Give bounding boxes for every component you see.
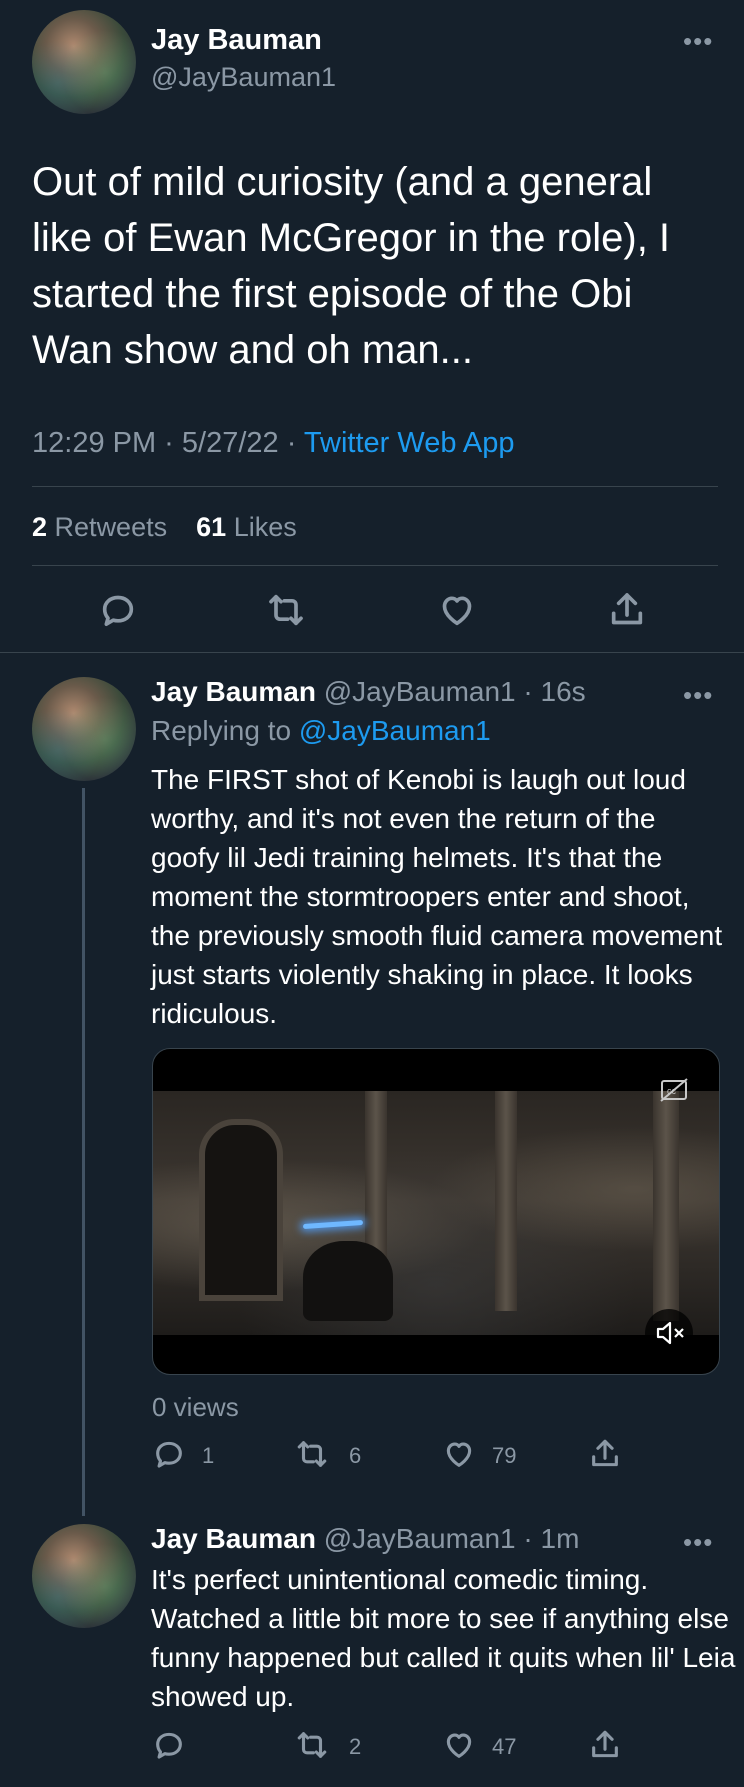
handle-and-time[interactable]: @JayBauman1 · 16s [324, 676, 586, 707]
author-name[interactable]: Jay Bauman [151, 676, 316, 707]
share-icon [592, 1439, 618, 1467]
like-button[interactable] [442, 1728, 476, 1762]
view-count: 0 views [152, 1392, 239, 1422]
share-button[interactable] [588, 1728, 622, 1762]
heart-icon [446, 1733, 472, 1758]
like-count: 79 [492, 1443, 517, 1468]
reply-text: It's perfect unintentional comedic timin… [151, 1564, 736, 1712]
retweet-count: 2 [349, 1734, 362, 1759]
more-horizontal-icon[interactable]: ••• [683, 28, 713, 54]
author-handle[interactable]: @JayBauman1 [151, 62, 336, 93]
video-frame [153, 1091, 719, 1335]
reply-button[interactable] [98, 590, 138, 630]
replying-to-label: Replying to [151, 715, 299, 746]
replying-to-handle[interactable]: @JayBauman1 [299, 715, 491, 746]
volume-muted-icon [656, 1321, 684, 1345]
likes-stat[interactable]: 61 Likes [196, 512, 297, 542]
pillar [653, 1091, 679, 1321]
retweet-button[interactable] [266, 590, 306, 630]
share-button[interactable] [607, 590, 647, 630]
reply-button[interactable] [152, 1728, 186, 1762]
tweet-text: Out of mild curiosity (and a general lik… [32, 160, 671, 372]
heart-icon [442, 596, 472, 626]
retweets-count: 2 [32, 512, 48, 542]
mute-button[interactable] [645, 1309, 693, 1357]
pillar [495, 1091, 517, 1311]
retweet-icon [297, 1732, 327, 1758]
share-icon [611, 593, 643, 625]
share-icon [592, 1730, 618, 1758]
retweet-button[interactable] [295, 1728, 329, 1762]
avatar[interactable] [32, 1524, 136, 1628]
likes-count: 61 [196, 512, 227, 542]
reply-count: 1 [202, 1443, 215, 1468]
avatar[interactable] [32, 10, 136, 114]
svg-text:cc: cc [667, 1086, 677, 1096]
retweet-icon [297, 1441, 327, 1467]
retweet-count: 6 [349, 1443, 362, 1468]
heart-icon [446, 1442, 472, 1467]
avatar[interactable] [32, 677, 136, 781]
retweets-label: Retweets [54, 512, 168, 542]
reply-icon [156, 1441, 182, 1468]
retweet-icon [269, 594, 303, 626]
divider [0, 652, 744, 653]
figure [303, 1241, 393, 1321]
video-player[interactable]: cc [152, 1048, 720, 1375]
replying-to: Replying to @JayBauman1 [151, 715, 491, 747]
tweet-timestamp[interactable]: 12:29 PM · 5/27/22 · [32, 427, 304, 459]
retweet-button[interactable] [295, 1437, 329, 1471]
reply-text: The FIRST shot of Kenobi is laugh out lo… [151, 764, 723, 1029]
reply-header: Jay Bauman @JayBauman1 · 16s [151, 676, 586, 708]
author-name[interactable]: Jay Bauman [151, 24, 322, 57]
handle-and-time[interactable]: @JayBauman1 · 1m [324, 1523, 580, 1554]
retweets-stat[interactable]: 2 Retweets [32, 512, 175, 542]
tweet-stats: 2 Retweets 61 Likes [32, 512, 297, 543]
like-button[interactable] [437, 590, 477, 630]
reply-header: Jay Bauman @JayBauman1 · 1m [151, 1523, 579, 1555]
like-button[interactable] [442, 1437, 476, 1471]
more-horizontal-icon[interactable]: ••• [683, 1529, 713, 1555]
divider [32, 565, 718, 566]
thread-connector-line [82, 788, 85, 1516]
reply-button[interactable] [152, 1437, 186, 1471]
tweet-source-link[interactable]: Twitter Web App [304, 427, 515, 459]
author-name[interactable]: Jay Bauman [151, 1523, 316, 1554]
reply-icon [156, 1732, 182, 1759]
tweet-metadata: 12:29 PM · 5/27/22 · Twitter Web App [32, 427, 515, 460]
reply-icon [102, 595, 134, 626]
lightsaber [302, 1219, 364, 1230]
like-count: 47 [492, 1734, 517, 1759]
more-horizontal-icon[interactable]: ••• [683, 682, 713, 708]
arch [199, 1119, 283, 1301]
divider [32, 486, 718, 487]
share-button[interactable] [588, 1437, 622, 1471]
likes-label: Likes [233, 512, 297, 542]
captions-off-icon[interactable]: cc [659, 1077, 689, 1103]
